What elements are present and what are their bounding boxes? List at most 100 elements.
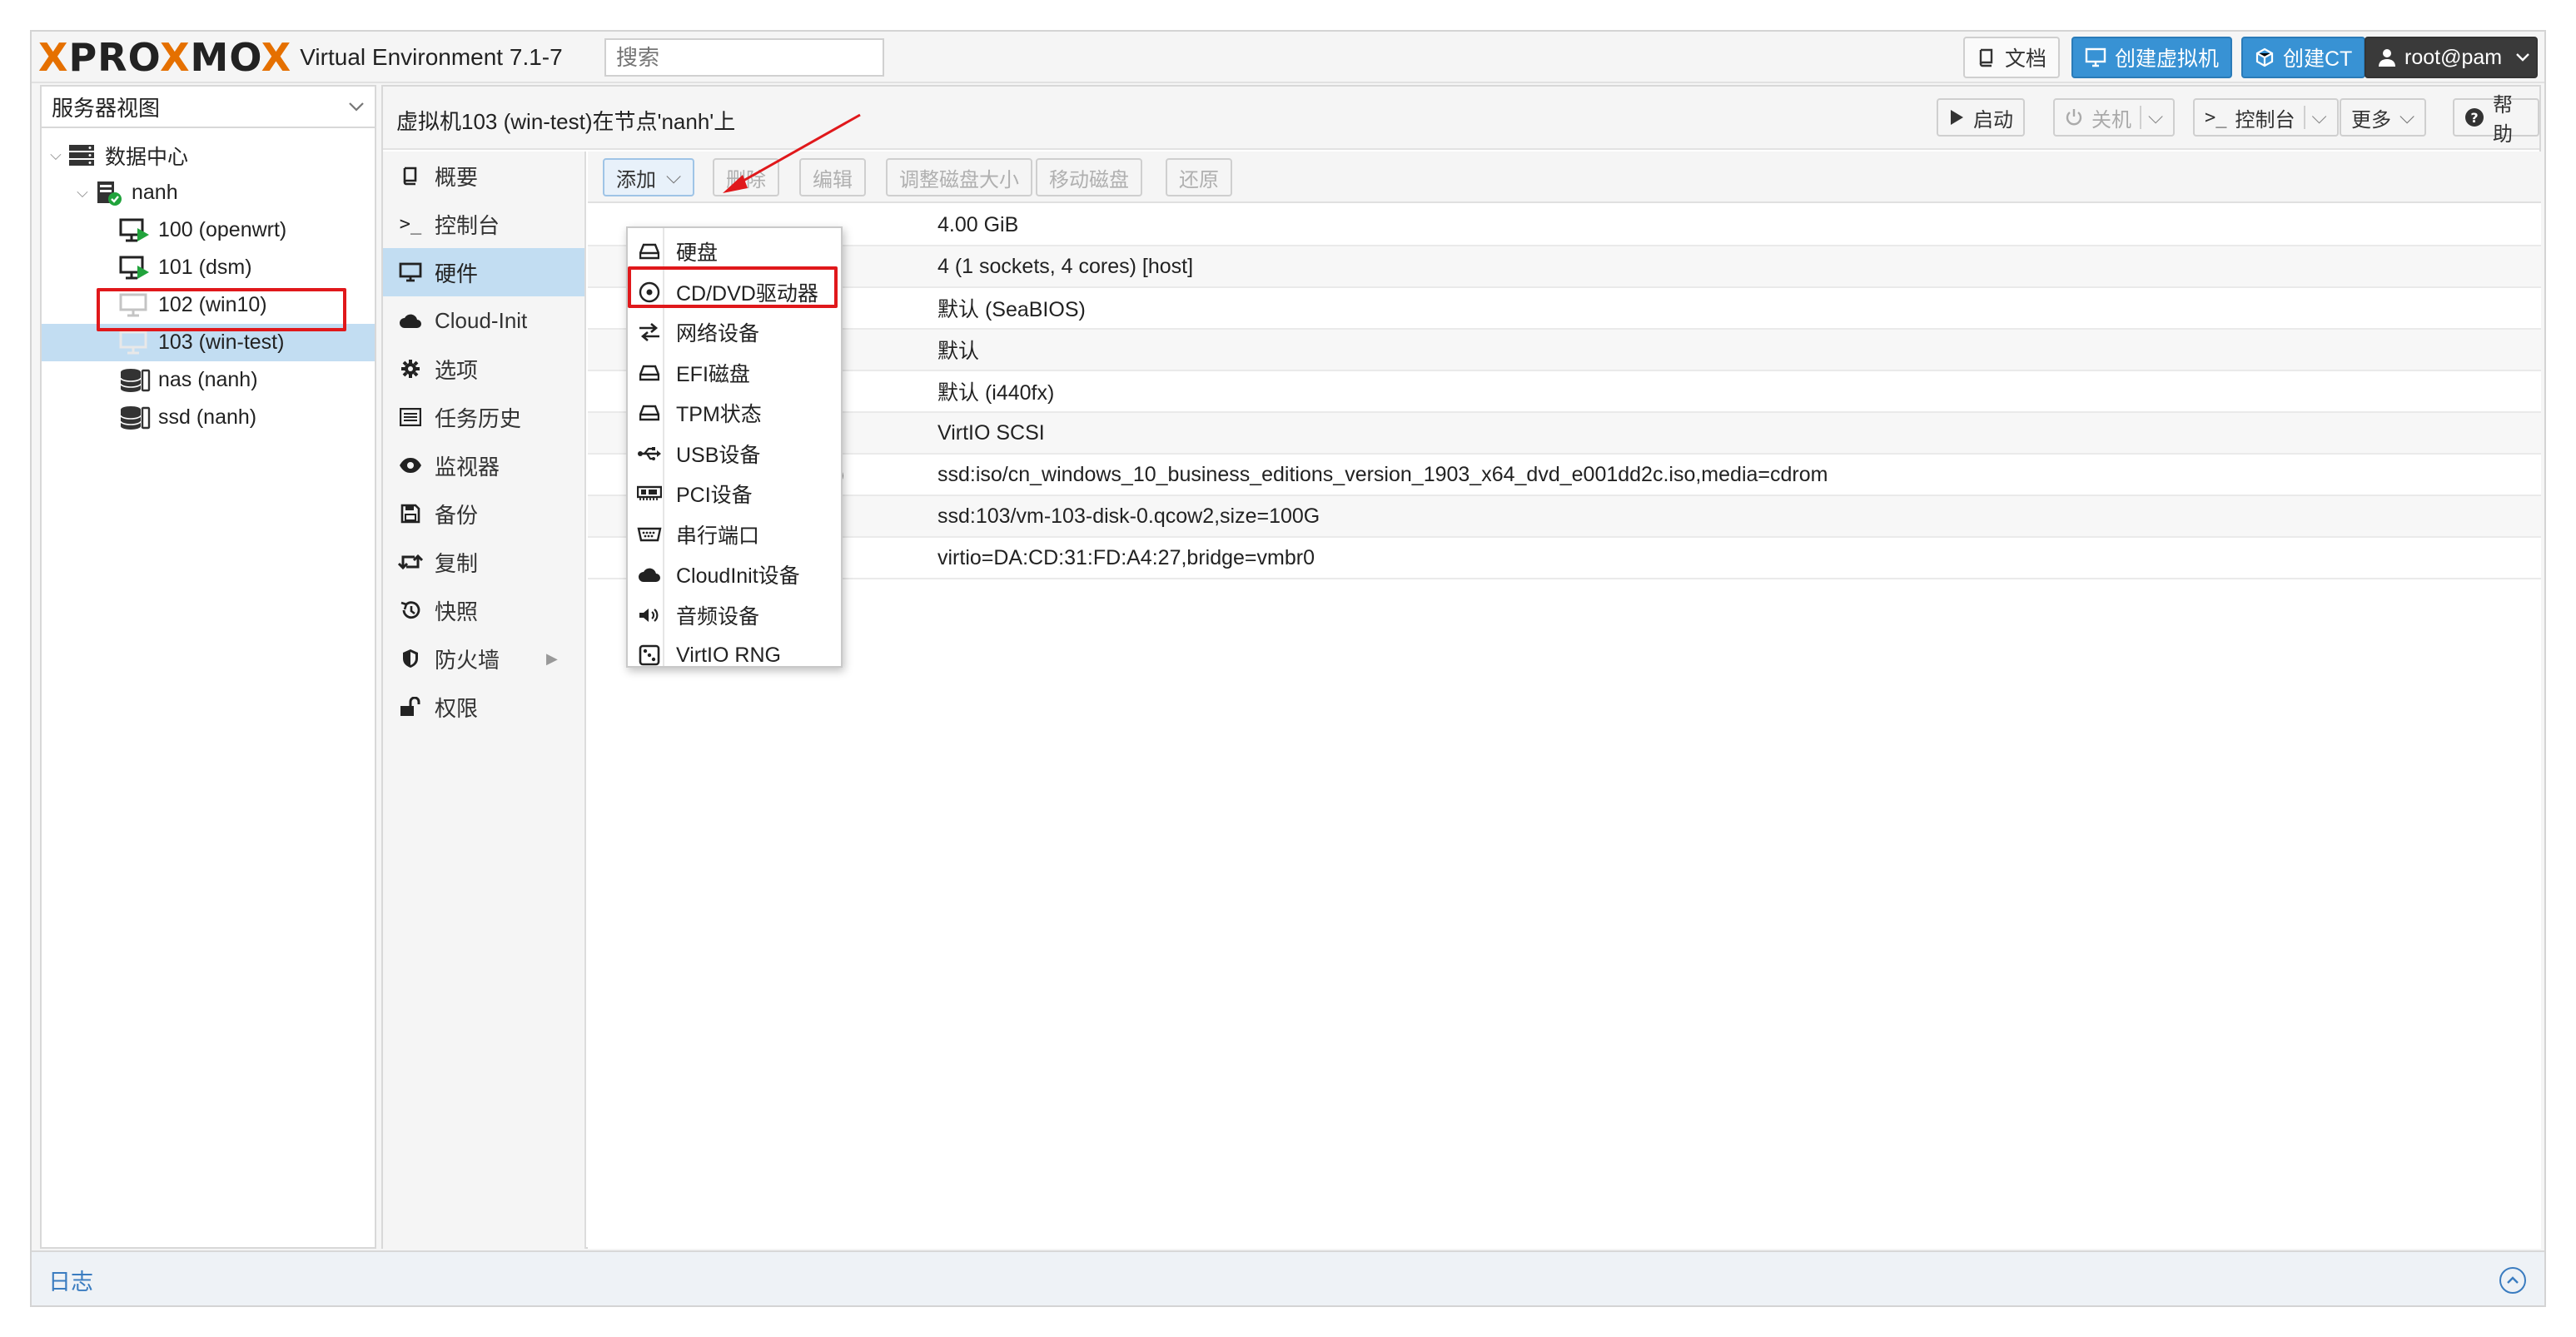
menu-item-serial-port[interactable]: 串行端口 — [628, 514, 841, 555]
annotation-arrow — [723, 113, 861, 193]
hardware-panel: 添加 ⌵ 删除 编辑 调整磁盘大小 移动磁盘 还原 4.00 GiB 4 (1 … — [588, 152, 2541, 1249]
user-icon — [2378, 47, 2396, 67]
chevron-down-icon[interactable]: ⌵ — [2303, 106, 2327, 129]
menu-item-label: VirtIO RNG — [676, 643, 781, 667]
chevron-down-icon[interactable]: ⌵ — [73, 184, 92, 201]
tree-node[interactable]: ⌵ nanh — [42, 174, 375, 211]
tree-item-vm-103[interactable]: 103 (win-test) — [42, 324, 375, 361]
menu-item-virtio-rng[interactable]: VirtIO RNG — [628, 635, 841, 676]
resize-disk-button[interactable]: 调整磁盘大小 — [886, 158, 1032, 196]
nav-item-console[interactable]: >_ 控制台 — [383, 200, 584, 248]
resource-tree: ⌵ 数据中心 ⌵ nanh 100 (openwrt) 101 (dsm) 10… — [42, 137, 375, 436]
table-row[interactable]: 默认 — [588, 330, 2541, 371]
nav-item-monitor[interactable]: 监视器 — [383, 441, 584, 490]
chevron-up-icon[interactable] — [2499, 1267, 2526, 1294]
start-button[interactable]: 启动 — [1937, 98, 2025, 137]
create-vm-label: 创建虚拟机 — [2115, 47, 2220, 71]
move-disk-label: 移动磁盘 — [1049, 168, 1129, 191]
tree-item-label: 101 (dsm) — [158, 256, 252, 279]
create-vm-button[interactable]: 创建虚拟机 — [2071, 37, 2233, 78]
unlock-icon — [396, 697, 425, 717]
menu-item-efi-disk[interactable]: EFI磁盘 — [628, 353, 841, 394]
page-title: 虚拟机103 (win-test)在节点'nanh'上 — [396, 109, 736, 134]
hw-value-cell: 4 (1 sockets, 4 cores) [host] — [937, 254, 1194, 278]
shield-icon — [396, 649, 425, 668]
hw-value-cell: VirtIO SCSI — [937, 420, 1045, 445]
nav-item-snapshot[interactable]: 快照 — [383, 586, 584, 634]
add-hardware-menu: 硬盘 CD/DVD驱动器 网络设备 EFI磁盘 TPM状态 USB设备 PCI设… — [626, 226, 843, 668]
chevron-down-icon — [2515, 52, 2530, 62]
help-icon: ? — [2464, 107, 2484, 127]
menu-item-usb-device[interactable]: USB设备 — [628, 434, 841, 475]
chevron-down-icon[interactable]: ⌵ — [2140, 106, 2163, 129]
table-row[interactable]: ssd:103/vm-103-disk-0.qcow2,size=100G — [588, 496, 2541, 538]
more-label: 更多 — [2351, 108, 2391, 132]
menu-item-cd-dvd-drive[interactable]: CD/DVD驱动器 — [628, 272, 841, 313]
tree-item-storage-nas[interactable]: nas (nanh) — [42, 361, 375, 399]
menu-item-pci-device[interactable]: PCI设备 — [628, 474, 841, 514]
cube-icon — [2255, 47, 2275, 67]
logo-x-mark: X — [38, 35, 69, 80]
hw-value-cell: 4.00 GiB — [937, 212, 1019, 236]
user-menu-button[interactable]: root@pam — [2365, 37, 2538, 78]
chevron-down-icon: ⌵ — [666, 166, 682, 188]
help-label: 帮助 — [2493, 94, 2513, 146]
tree-item-label: ssd (nanh) — [158, 405, 257, 429]
menu-item-network-device[interactable]: 网络设备 — [628, 312, 841, 353]
console-button[interactable]: >_ 控制台 ⌵ — [2193, 98, 2339, 137]
tree-datacenter[interactable]: ⌵ 数据中心 — [42, 137, 375, 174]
menu-item-label: EFI磁盘 — [676, 362, 750, 386]
table-row[interactable]: 默认 (i440fx) — [588, 371, 2541, 413]
terminal-icon: >_ — [2205, 107, 2227, 128]
nav-item-backup[interactable]: 备份 — [383, 490, 584, 538]
nav-item-options[interactable]: 选项 — [383, 345, 584, 393]
create-ct-button[interactable]: 创建CT — [2241, 37, 2366, 78]
menu-item-label: TPM状态 — [676, 403, 762, 427]
search-input[interactable] — [604, 38, 884, 77]
chevron-right-icon[interactable]: ▶ — [546, 650, 558, 668]
table-row[interactable]: 默认 (SeaBIOS) — [588, 288, 2541, 330]
tree-item-vm-101[interactable]: 101 (dsm) — [42, 249, 375, 286]
move-disk-button[interactable]: 移动磁盘 — [1036, 158, 1142, 196]
nav-item-summary[interactable]: 概要 — [383, 152, 584, 200]
shutdown-button[interactable]: 关机 ⌵ — [2053, 98, 2176, 137]
nav-item-task-history[interactable]: 任务历史 — [383, 393, 584, 441]
tree-item-storage-ssd[interactable]: ssd (nanh) — [42, 399, 375, 436]
menu-item-cloudinit-device[interactable]: CloudInit设备 — [628, 554, 841, 595]
table-row[interactable]: e2) ssd:iso/cn_windows_10_business_editi… — [588, 455, 2541, 496]
menu-item-label: 网络设备 — [676, 322, 760, 346]
revert-button[interactable]: 还原 — [1166, 158, 1232, 196]
help-button[interactable]: ? 帮助 — [2453, 94, 2539, 146]
menu-item-label: 串行端口 — [676, 524, 760, 548]
tree-item-label: nas (nanh) — [158, 368, 258, 391]
cloud-icon — [634, 560, 664, 589]
table-row[interactable]: 4 (1 sockets, 4 cores) [host] — [588, 246, 2541, 288]
eye-icon — [396, 457, 425, 474]
chevron-down-icon[interactable]: ⌵ — [47, 147, 65, 164]
nav-item-cloud-init[interactable]: Cloud-Init — [383, 296, 584, 345]
table-row[interactable]: VirtIO SCSI — [588, 413, 2541, 455]
tree-item-vm-100[interactable]: 100 (openwrt) — [42, 211, 375, 249]
tree-item-vm-102[interactable]: 102 (win10) — [42, 286, 375, 324]
menu-item-tpm-state[interactable]: TPM状态 — [628, 393, 841, 434]
add-label: 添加 — [616, 168, 656, 191]
logo-x-mark-3: X — [261, 35, 292, 80]
more-button[interactable]: 更多 ⌵ — [2340, 98, 2427, 137]
add-button[interactable]: 添加 ⌵ — [603, 158, 695, 196]
nav-item-hardware[interactable]: 硬件 — [383, 248, 584, 296]
table-row[interactable]: 4.00 GiB — [588, 205, 2541, 246]
nav-item-replication[interactable]: 复制 — [383, 538, 584, 586]
docs-button[interactable]: 文档 — [1963, 37, 2061, 78]
menu-item-audio-device[interactable]: 音频设备 — [628, 595, 841, 636]
view-selector[interactable]: 服务器视图 — [42, 87, 375, 128]
nav-item-permissions[interactable]: 权限 — [383, 683, 584, 731]
log-panel-bar[interactable]: 日志 — [32, 1250, 2544, 1305]
menu-item-hard-disk[interactable]: 硬盘 — [628, 231, 841, 272]
hw-value-cell: ssd:103/vm-103-disk-0.qcow2,size=100G — [937, 504, 1320, 528]
nav-item-label: 监视器 — [435, 454, 500, 480]
nav-item-firewall[interactable]: 防火墙 ▶ — [383, 634, 584, 683]
menu-item-label: PCI设备 — [676, 484, 753, 508]
start-label: 启动 — [1973, 108, 2013, 132]
menu-item-label: USB设备 — [676, 443, 761, 467]
table-row[interactable]: virtio=DA:CD:31:FD:A4:27,bridge=vmbr0 — [588, 538, 2541, 579]
